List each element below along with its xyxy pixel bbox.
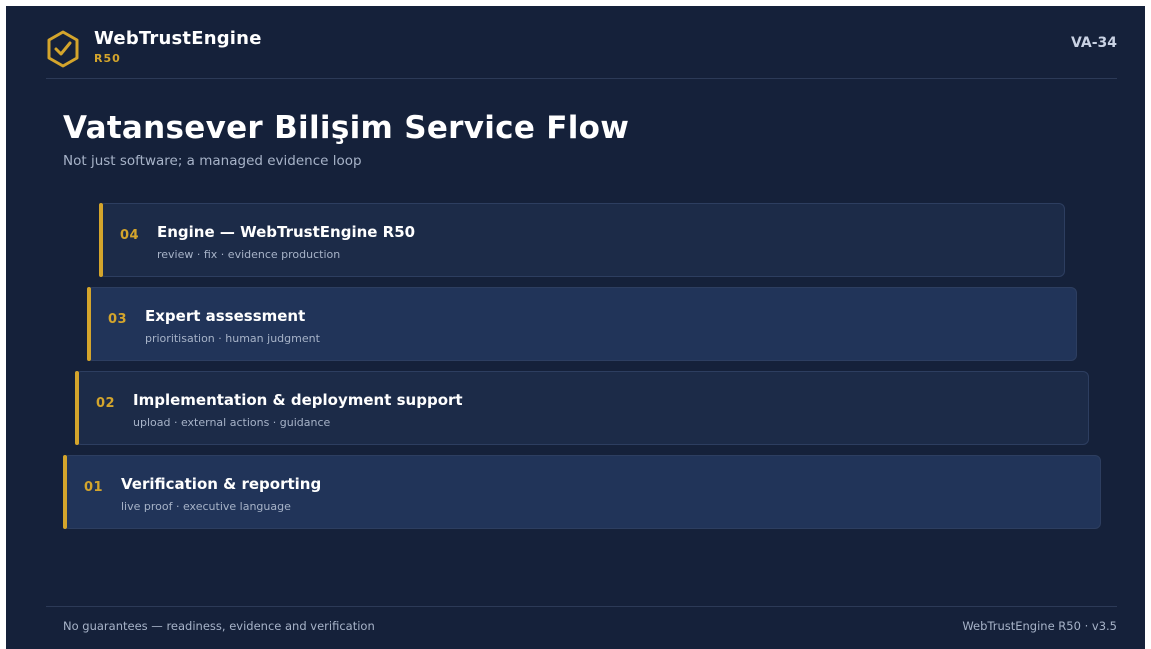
step-accent-bar [63, 455, 67, 529]
footer-disclaimer: No guarantees — readiness, evidence and … [63, 619, 375, 633]
step-accent-bar [87, 287, 91, 361]
step-title: Implementation & deployment support [133, 391, 463, 409]
step-number: 01 [84, 480, 104, 495]
page-subtitle: Not just software; a managed evidence lo… [63, 153, 362, 169]
step-number: 03 [108, 312, 128, 327]
step-card: 04 Engine — WebTrustEngine R50 review · … [99, 203, 1065, 277]
step-number: 02 [96, 396, 116, 411]
page-title: Vatansever Bilişim Service Flow [63, 110, 630, 146]
step-accent-bar [75, 371, 79, 445]
header-divider [46, 78, 1117, 79]
step-title: Verification & reporting [121, 475, 322, 493]
step-description: review · fix · evidence production [157, 248, 341, 261]
step-card: 01 Verification & reporting live proof ·… [63, 455, 1101, 529]
step-card: 03 Expert assessment prioritisation · hu… [87, 287, 1077, 361]
step-description: live proof · executive language [121, 500, 291, 513]
step-description: upload · external actions · guidance [133, 416, 331, 429]
slide: WebTrustEngine R50 VA-34 Vatansever Bili… [6, 6, 1145, 649]
step-accent-bar [99, 203, 103, 277]
shield-check-icon [47, 30, 79, 68]
brand-version: R50 [94, 52, 121, 65]
footer-version: WebTrustEngine R50 · v3.5 [962, 619, 1117, 633]
brand-name: WebTrustEngine [94, 28, 262, 49]
slide-id: VA-34 [1070, 35, 1117, 51]
step-number: 04 [120, 228, 140, 243]
step-title: Expert assessment [145, 307, 306, 325]
header: WebTrustEngine R50 VA-34 [6, 6, 1145, 78]
step-title: Engine — WebTrustEngine R50 [157, 223, 416, 241]
step-description: prioritisation · human judgment [145, 332, 320, 345]
footer-divider [46, 606, 1117, 607]
step-card: 02 Implementation & deployment support u… [75, 371, 1089, 445]
